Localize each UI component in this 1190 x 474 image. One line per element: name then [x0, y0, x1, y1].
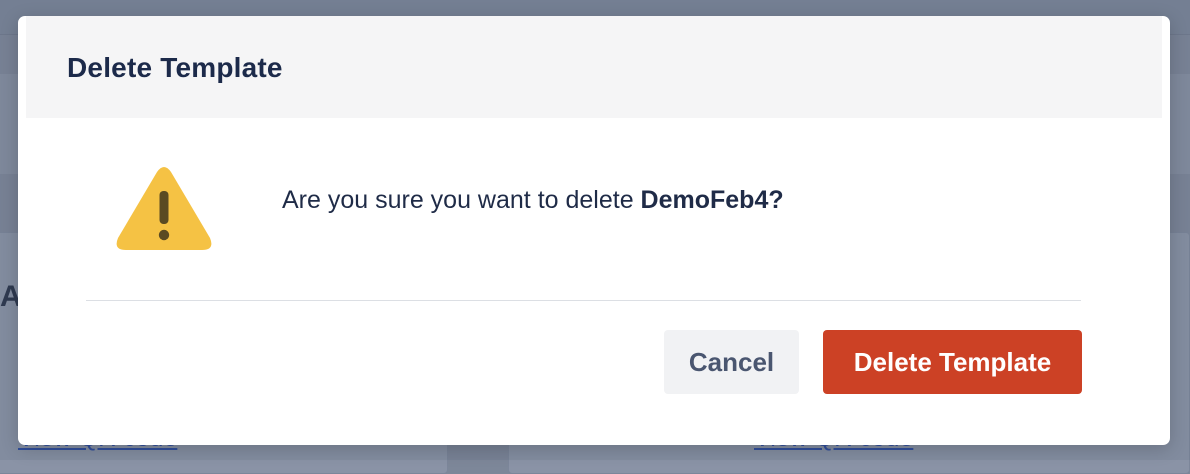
- template-name: DemoFeb4: [640, 186, 769, 214]
- confirmation-message: Are you sure you want to delete DemoFeb4…: [282, 186, 784, 215]
- dialog-divider: [86, 300, 1081, 301]
- delete-template-button[interactable]: Delete Template: [823, 330, 1082, 394]
- dialog-title: Delete Template: [67, 52, 283, 83]
- cancel-button[interactable]: Cancel: [664, 330, 799, 394]
- dialog-header: Delete Template: [26, 16, 1162, 118]
- delete-template-dialog: Delete Template Are you sure you want to…: [18, 16, 1170, 445]
- warning-icon: [116, 167, 212, 250]
- message-question-mark: ?: [768, 186, 784, 214]
- message-text: Are you sure you want to delete: [282, 186, 641, 214]
